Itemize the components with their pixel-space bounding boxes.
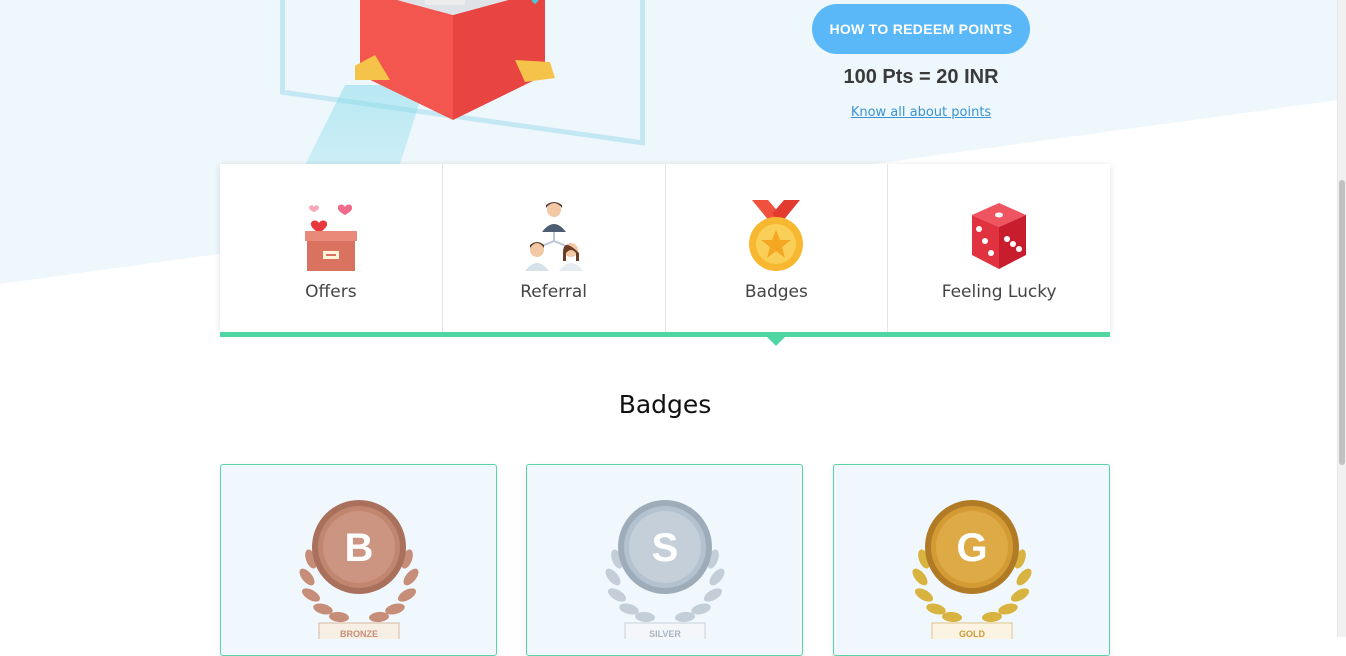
know-about-points-link[interactable]: Know all about points [812, 105, 1030, 120]
referral-people-icon [519, 200, 589, 272]
how-to-redeem-button[interactable]: HOW TO REDEEM POINTS [812, 4, 1030, 54]
badge-letter: G [956, 526, 987, 570]
active-tab-caret [767, 337, 785, 346]
offers-box-icon [296, 200, 366, 272]
badge-name: BRONZE [340, 629, 378, 639]
badge-name: GOLD [959, 629, 985, 639]
tab-badges[interactable]: Badges [665, 164, 889, 332]
badge-card-silver[interactable]: S SILVER [526, 464, 803, 656]
tab-label-referral: Referral [520, 282, 588, 302]
dice-icon [964, 200, 1034, 272]
points-conversion-rate: 100 Pts = 20 INR [843, 66, 999, 88]
tab-feeling-lucky[interactable]: Feeling Lucky [888, 164, 1110, 332]
badge-letter: S [652, 526, 679, 570]
silver-medal-icon: S SILVER [605, 500, 725, 639]
badge-card-bronze[interactable]: B BRONZE [220, 464, 497, 656]
active-tab-indicator [220, 332, 1110, 337]
tab-label-badges: Badges [744, 282, 808, 302]
gift-box-icon [355, 0, 555, 120]
gold-medal-icon: G GOLD [912, 500, 1032, 639]
rewards-tabs: Offers Referral Badges Feeling Lucky [220, 164, 1110, 332]
badge-name: SILVER [649, 629, 681, 639]
scrollbar-thumb[interactable] [1339, 180, 1345, 465]
badge-letter: B [345, 526, 374, 570]
tab-label-offers: Offers [305, 282, 357, 302]
badge-card-gold[interactable]: G GOLD [833, 464, 1110, 656]
section-title: Badges [618, 390, 712, 419]
tab-offers[interactable]: Offers [220, 164, 443, 332]
bronze-medal-icon: B BRONZE [299, 500, 419, 639]
medal-icon [741, 200, 811, 272]
page-scrollbar[interactable] [1337, 0, 1346, 637]
tab-label-feeling-lucky: Feeling Lucky [941, 282, 1057, 302]
tab-referral[interactable]: Referral [442, 164, 666, 332]
